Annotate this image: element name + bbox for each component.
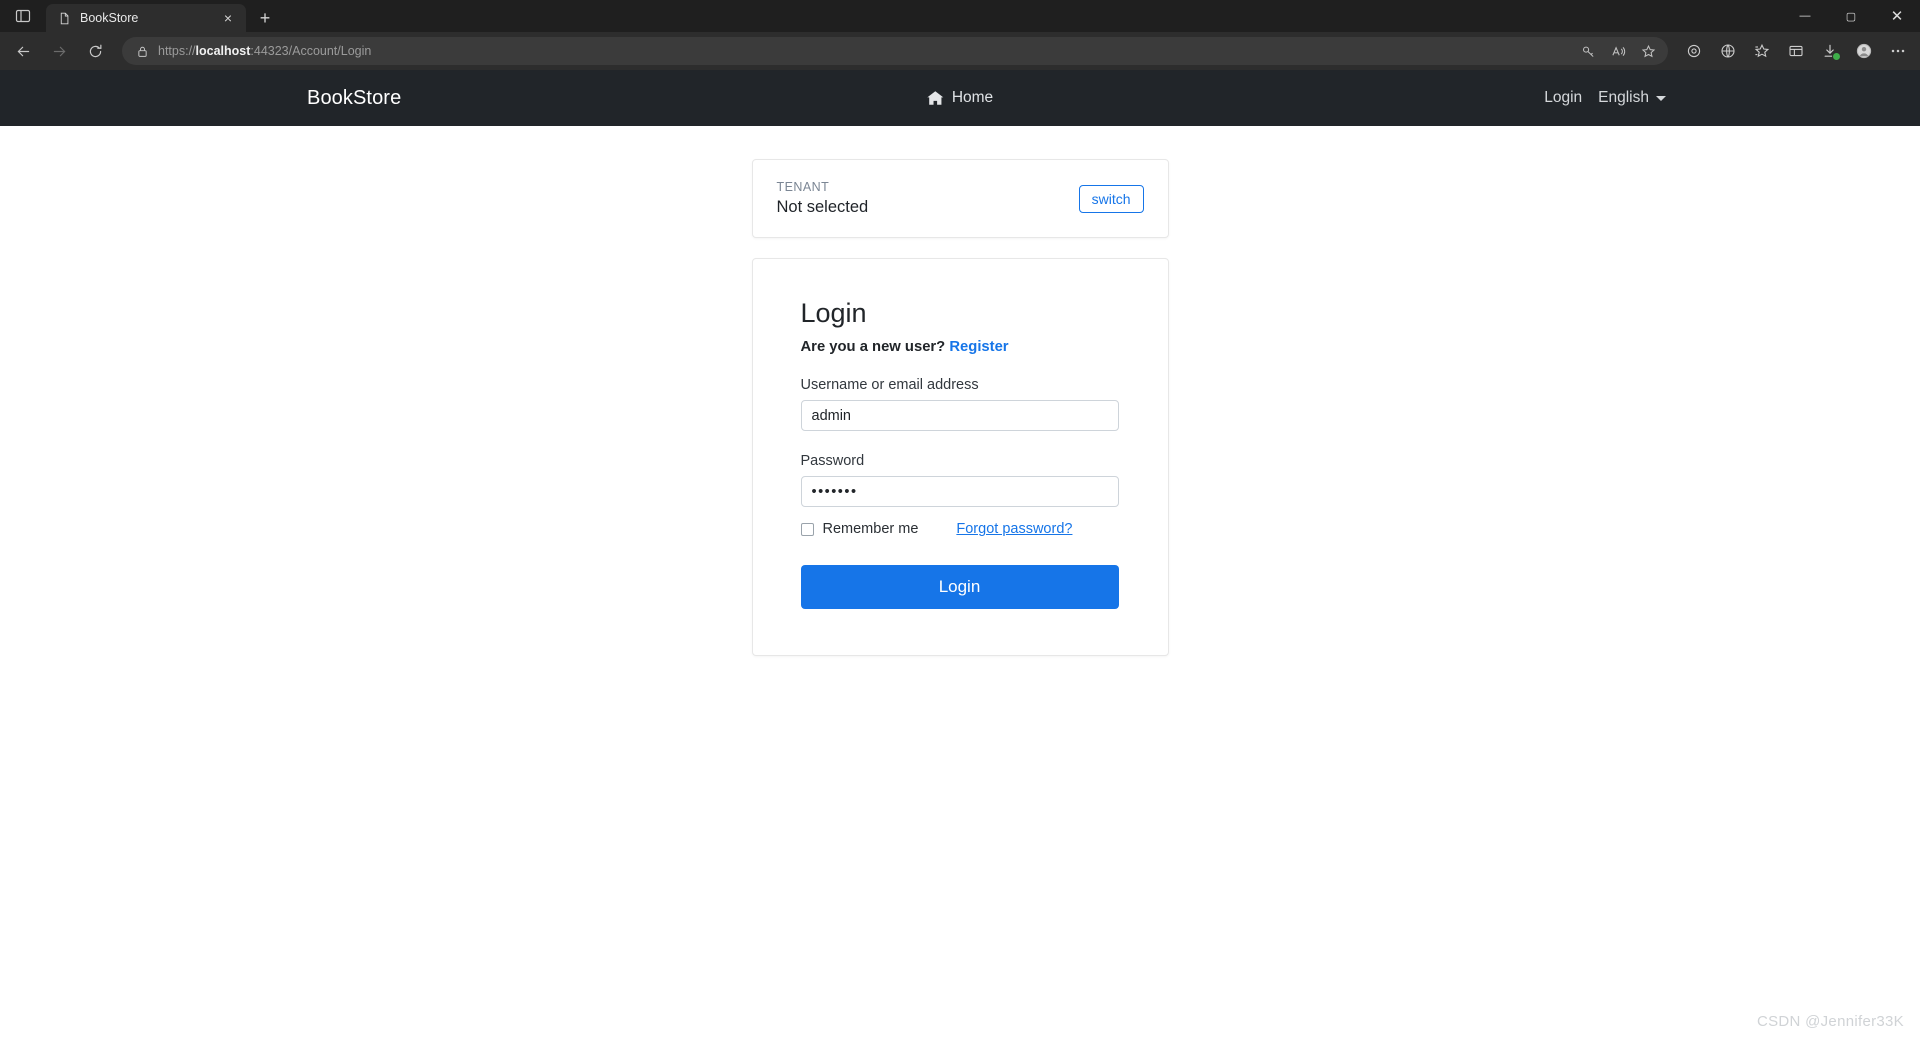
forward-arrow-icon[interactable] [42,36,76,66]
navbar-right: Login English [1544,89,1666,107]
tenant-info: TENANT Not selected [777,180,869,217]
browser-essentials-icon[interactable] [1712,36,1744,66]
reload-icon[interactable] [78,36,112,66]
address-bar-actions [1574,38,1662,64]
login-card: Login Are you a new user? Register Usern… [751,258,1169,657]
minimize-button[interactable]: — [1782,0,1828,32]
password-field-group: Password [800,453,1120,508]
tenant-label: TENANT [776,180,830,194]
nav-home-label: Home [951,89,994,106]
window-controls: — ▢ ✕ [1782,0,1920,32]
new-tab-button[interactable]: + [250,4,280,32]
new-user-text: Are you a new user? [800,339,946,356]
new-user-prompt: Are you a new user? Register [801,339,1120,355]
checkbox-icon[interactable] [800,522,814,536]
favorites-icon[interactable] [1746,36,1778,66]
collections-icon[interactable] [1780,36,1812,66]
username-input[interactable] [800,400,1119,432]
password-label: Password [800,453,865,470]
page-title: Login [800,298,867,328]
username-label: Username or email address [800,377,979,394]
browser-window: BookStore × + — ▢ ✕ https://localhost:44… [0,0,1920,1040]
nav-language-label: English [1598,89,1649,106]
remember-me-checkbox[interactable]: Remember me [800,521,919,538]
maximize-button[interactable]: ▢ [1828,0,1874,32]
switch-tenant-button[interactable]: switch [1078,184,1144,213]
tenant-value: Not selected [776,198,869,216]
username-field-group: Username or email address [800,377,1120,432]
nav-item-login[interactable]: Login [1544,89,1582,107]
navbar-brand[interactable]: BookStore [307,87,401,110]
caret-down-icon [1656,95,1666,101]
lock-icon [134,43,150,59]
forgot-password-link[interactable]: Forgot password? [956,521,1072,537]
extension-puzzle-icon[interactable] [1678,36,1710,66]
address-bar-url: https://localhost:44323/Account/Login [158,44,372,58]
key-icon[interactable] [1574,38,1602,64]
tab-list-icon[interactable] [0,0,46,32]
back-arrow-icon[interactable] [6,36,40,66]
house-icon [927,90,944,106]
password-input[interactable] [800,476,1119,508]
favorite-star-icon[interactable] [1634,38,1662,64]
nav-item-language[interactable]: English [1598,89,1666,107]
nav-item-home[interactable]: Home [927,89,993,107]
address-bar[interactable]: https://localhost:44323/Account/Login [122,37,1668,65]
tab-title: BookStore [80,11,139,25]
site-navbar: BookStore Home Login English [0,70,1920,126]
tenant-card: TENANT Not selected switch [751,159,1169,238]
browser-titlebar: BookStore × + — ▢ ✕ [0,0,1920,32]
downloads-icon[interactable] [1814,36,1846,66]
settings-more-icon[interactable] [1882,36,1914,66]
login-submit-button[interactable]: Login [800,565,1119,610]
watermark: CSDN @Jennifer33K [1756,1013,1904,1030]
window-close-button[interactable]: ✕ [1874,0,1920,32]
browser-toolbar: https://localhost:44323/Account/Login [0,32,1920,70]
profile-avatar-icon[interactable] [1848,36,1880,66]
web-page: BookStore Home Login English TENANT Not … [0,70,1920,1040]
page-content: TENANT Not selected switch Login Are you… [0,126,1920,657]
document-icon [57,11,72,26]
read-aloud-icon[interactable] [1604,38,1632,64]
remember-row: Remember me Forgot password? [800,521,1119,538]
remember-me-label: Remember me [822,521,919,538]
close-icon[interactable]: × [218,8,238,28]
register-link[interactable]: Register [949,339,1008,355]
browser-tab[interactable]: BookStore × [46,4,246,32]
